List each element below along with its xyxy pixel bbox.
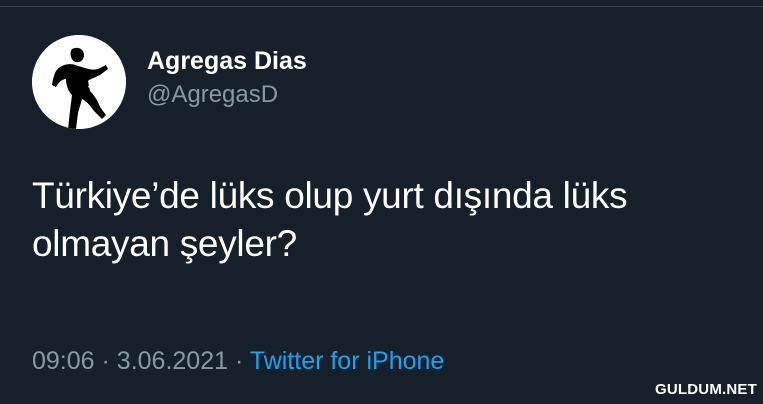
tweet-time[interactable]: 09:06 [32,347,95,375]
silhouette-avatar-icon [32,35,126,129]
user-handle[interactable]: @AgregasD [147,80,307,110]
tweet-text-line: olmayan şeyler? [32,223,297,264]
author-names: Agregas Dias @AgregasD [147,47,307,110]
tweet-date[interactable]: 3.06.2021 [117,347,228,375]
meta-separator: · [234,347,244,375]
site-watermark: GULDUM.NET [655,381,757,398]
tweet-card: Agregas Dias @AgregasD Türkiye’de lüks o… [0,0,763,404]
avatar[interactable] [32,35,126,129]
tweet-meta: 09:06 · 3.06.2021 · Twitter for iPhone [32,344,444,378]
tweet-header: Agregas Dias @AgregasD [32,32,307,132]
display-name[interactable]: Agregas Dias [147,46,307,76]
tweet-text-line: Türkiye’de lüks olup yurt dışında lüks [32,175,628,216]
meta-separator: · [101,347,110,375]
tweet-source-link[interactable]: Twitter for iPhone [250,347,445,375]
tweet-text: Türkiye’de lüks olup yurt dışında lüks o… [32,172,732,268]
